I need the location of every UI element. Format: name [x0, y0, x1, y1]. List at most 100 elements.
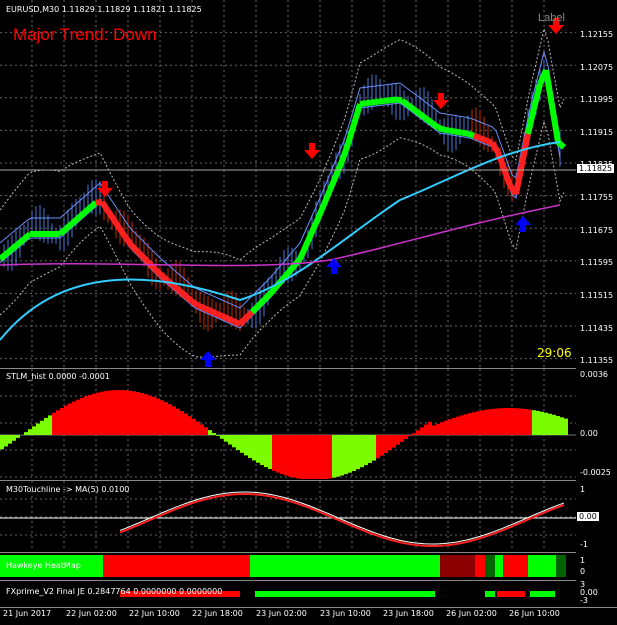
- trend-line-segment: [70, 215, 80, 226]
- stlm-bar: [548, 413, 552, 435]
- trend-line-segment: [377, 98, 385, 105]
- trend-line-segment: [424, 116, 434, 126]
- stlm-bar: [140, 392, 144, 435]
- trend-line-segment: [88, 200, 98, 211]
- stlm-bar: [380, 435, 384, 456]
- stlm-bar: [472, 412, 476, 435]
- stlm-scale: 0.0036 0.00 -0.0025: [576, 368, 617, 478]
- time-label: 23 Jun 10:00: [320, 609, 371, 618]
- price-tick: 1.11435: [580, 324, 614, 333]
- stlm-bar: [488, 409, 492, 435]
- upper-envelope: [0, 26, 565, 261]
- stlm-pane[interactable]: STLM_hist 0.0000 -0.0001: [0, 368, 576, 479]
- trend-line-segment: [82, 205, 92, 216]
- stlm-bar: [100, 391, 104, 435]
- trend-line-segment: [418, 111, 428, 121]
- time-label: 22 Jun 02:00: [66, 609, 117, 618]
- stlm-bar: [400, 435, 404, 442]
- stlm-bar: [340, 435, 344, 476]
- stlm-bar: [444, 420, 448, 435]
- trend-line-segment: [226, 315, 236, 325]
- price-scale[interactable]: 1.12155 1.12075 1.11995 1.11915 1.11835 …: [576, 0, 617, 367]
- trend-line-segment: [95, 199, 103, 206]
- stlm-bar: [552, 414, 556, 435]
- stlm-bar: [372, 435, 376, 461]
- stlm-bar: [352, 435, 356, 472]
- lower-envelope: [0, 119, 565, 358]
- trend-line-segment: [243, 309, 255, 321]
- fxprime-pane[interactable]: FXprime_V2 Final JE 0.2847764 0.0000000 …: [0, 580, 576, 607]
- stlm-bar: [128, 390, 132, 435]
- heatmap-cell: [250, 555, 440, 577]
- price-chart-canvas[interactable]: [0, 0, 576, 367]
- stlm-bar: [0, 435, 4, 450]
- stlm-bar: [460, 415, 464, 435]
- stlm-bar: [124, 390, 128, 435]
- stlm-bar: [84, 396, 88, 435]
- stlm-bar: [344, 435, 348, 475]
- stlm-bar: [148, 395, 152, 435]
- stlm-bar: [156, 398, 160, 435]
- stlm-bar: [468, 413, 472, 435]
- stlm-bar: [316, 435, 320, 479]
- stlm-tick: 0.0036: [580, 370, 608, 379]
- stlm-bar: [504, 408, 508, 435]
- stlm-bar: [256, 435, 260, 463]
- stlm-bar: [276, 435, 280, 473]
- stlm-bar: [132, 391, 136, 435]
- touchline-pane[interactable]: M30Touchline -> MA(5) 0.0100: [0, 480, 576, 551]
- stlm-bar: [512, 408, 516, 435]
- stlm-bar: [80, 397, 84, 435]
- heatmap-cell: [503, 555, 528, 577]
- trend-line-segment: [303, 230, 315, 247]
- trend-line-segment: [484, 137, 494, 146]
- stlm-bar: [456, 416, 460, 435]
- stlm-bar: [524, 409, 528, 435]
- price-tick: 1.11755: [580, 193, 614, 202]
- fxprime-scale: 3 0.00 -3: [576, 580, 617, 606]
- trend-line-segment: [291, 257, 303, 268]
- price-chart-pane[interactable]: EURUSD,M30 1.11829 1.11829 1.11821 1.118…: [0, 0, 576, 367]
- stlm-bar: [376, 435, 380, 459]
- stlm-bar: [304, 435, 308, 479]
- trend-line-segment: [395, 96, 403, 104]
- trend-line-segment: [389, 96, 397, 104]
- corner-label: Label: [538, 12, 565, 24]
- stlm-bar: [536, 410, 540, 435]
- trend-line-segment: [455, 128, 463, 136]
- stlm-bar: [260, 435, 264, 465]
- stlm-bar: [64, 405, 68, 435]
- stlm-bar: [544, 412, 548, 435]
- stlm-tick: -0.0025: [580, 468, 611, 477]
- bar-timer: 29:06: [537, 346, 572, 360]
- trend-line-segment: [153, 267, 165, 278]
- stlm-bar: [56, 410, 60, 435]
- stlm-bar: [200, 424, 204, 435]
- trend-line-segment: [339, 143, 351, 163]
- trend-line-segment: [249, 303, 261, 315]
- trend-line-segment: [208, 307, 218, 317]
- stlm-bar: [212, 432, 216, 435]
- trend-line-segment: [64, 221, 74, 232]
- stlm-bar: [520, 408, 524, 435]
- heatmap-pane[interactable]: Hawkeye HeatMap: [0, 552, 576, 579]
- stlm-bar: [408, 435, 412, 437]
- stlm-bar: [244, 435, 248, 456]
- trend-line-segment: [10, 241, 20, 252]
- stlm-bar: [144, 394, 148, 435]
- trend-line-segment: [412, 107, 422, 117]
- stlm-bar: [476, 411, 480, 435]
- stlm-bar: [188, 416, 192, 435]
- heatmap-cell: [556, 555, 566, 577]
- stlm-title: STLM_hist 0.0000 -0.0001: [6, 372, 110, 381]
- fxprime-segment: [530, 591, 555, 597]
- trend-line-segment: [129, 243, 141, 255]
- trend-line-segment: [371, 98, 379, 106]
- stlm-bar: [268, 435, 272, 470]
- fx-tick: -3: [580, 596, 588, 605]
- trend-line-segment: [449, 127, 457, 135]
- trend-line-segment: [285, 264, 297, 275]
- stlm-bar: [440, 422, 444, 435]
- trend-line-segment: [365, 99, 373, 107]
- time-label: 22 Jun 10:00: [129, 609, 180, 618]
